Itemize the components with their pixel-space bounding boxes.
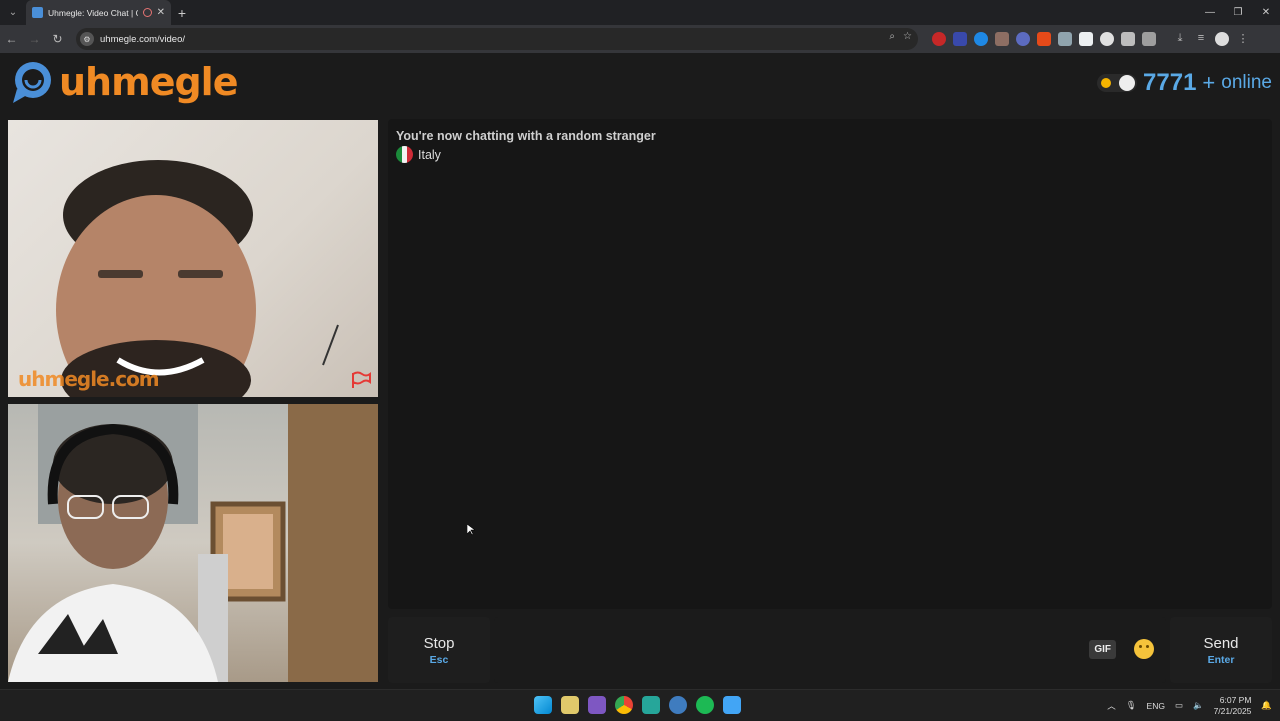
taskbar: ︿ 🎙 ENG ▭ 🔈 6:07 PM 7/21/2025 🔔 <box>0 689 1280 720</box>
extension-icon[interactable] <box>1037 32 1051 46</box>
online-count: 7771 <box>1143 69 1197 96</box>
network-icon[interactable]: ▭ <box>1175 700 1183 711</box>
logo-bubble-icon <box>13 62 51 103</box>
close-window-button[interactable]: ✕ <box>1252 0 1280 25</box>
recording-icon <box>142 8 152 17</box>
extension-icon[interactable] <box>932 32 946 46</box>
app-icon[interactable] <box>723 696 741 714</box>
tab-title: Uhmegle: Video Chat | Ome <box>48 7 138 18</box>
online-label: online <box>1221 72 1272 93</box>
site-logo[interactable]: uhmegle <box>9 59 238 105</box>
stranger-video: uhmegle.com <box>8 120 378 397</box>
omnibox[interactable]: ⚙ uhmegle.com/video/ ⌕ ☆ <box>76 28 918 50</box>
file-explorer-icon[interactable] <box>561 696 579 714</box>
extension-icon[interactable] <box>1016 32 1030 46</box>
download-icon[interactable]: ⤓ <box>1173 32 1187 46</box>
tab-search-button[interactable]: ⌄ <box>0 0 26 25</box>
app-icon[interactable] <box>588 696 606 714</box>
extension-icon[interactable] <box>1100 32 1114 46</box>
stranger-country: Italy <box>396 146 1264 163</box>
online-plus: + <box>1202 70 1216 95</box>
close-tab-icon[interactable]: ✕ <box>157 7 165 18</box>
minimize-button[interactable]: — <box>1196 0 1224 25</box>
theme-toggle[interactable] <box>1097 74 1138 92</box>
send-button[interactable]: Send Enter <box>1170 617 1272 683</box>
extensions-puzzle-icon[interactable] <box>1142 32 1156 46</box>
send-label: Send <box>1203 634 1239 652</box>
message-input[interactable]: GIF <box>494 617 1166 683</box>
country-name: Italy <box>418 147 441 162</box>
extension-icon[interactable] <box>1079 32 1093 46</box>
reload-button[interactable]: ↻ <box>46 32 69 46</box>
report-flag-icon[interactable] <box>350 371 372 389</box>
extension-icon[interactable] <box>974 32 988 46</box>
mouse-cursor-icon <box>467 524 475 536</box>
stop-label: Stop <box>423 634 455 652</box>
emoji-icon[interactable] <box>1134 639 1154 659</box>
extension-icon[interactable] <box>1058 32 1072 46</box>
extension-icon[interactable] <box>1121 32 1135 46</box>
toggle-knob <box>1119 75 1136 91</box>
online-counter: 7771 + online <box>1097 69 1272 97</box>
logo-text: uhmegle <box>59 60 238 104</box>
taskbar-apps <box>534 696 741 714</box>
start-windows-icon[interactable] <box>534 696 552 714</box>
url-text[interactable]: uhmegle.com/video/ <box>100 34 185 45</box>
clock-date: 7/21/2025 <box>1213 705 1252 716</box>
stranger-video-frame <box>56 160 339 397</box>
chat-status: You're now chatting with a random strang… <box>396 129 656 143</box>
back-button[interactable]: ← <box>0 32 23 46</box>
site-info-icon[interactable]: ⚙ <box>80 32 94 46</box>
extension-icon[interactable] <box>995 32 1009 46</box>
spotify-icon[interactable] <box>696 696 714 714</box>
sun-icon <box>1101 78 1112 88</box>
microphone-icon[interactable]: 🎙 <box>1126 700 1137 711</box>
chat-controls: Stop Esc GIF Send Enter <box>388 617 1272 683</box>
page-content: uhmegle 7771 + online uhmegle.com You're… <box>0 53 1280 689</box>
extension-icon[interactable] <box>953 32 967 46</box>
bookmark-star-icon[interactable]: ☆ <box>903 31 912 42</box>
chat-log: You're now chatting with a random strang… <box>388 119 1272 609</box>
clock[interactable]: 6:07 PM 7/21/2025 <box>1214 695 1252 717</box>
notification-bell-icon[interactable]: 🔔 <box>1261 700 1272 711</box>
extensions-area: ⤓ ≡ ⋮ <box>932 25 1250 53</box>
stop-button[interactable]: Stop Esc <box>388 617 490 683</box>
media-control-icon[interactable]: ≡ <box>1194 32 1208 46</box>
gif-button[interactable]: GIF <box>1089 640 1116 659</box>
chrome-icon[interactable] <box>615 696 633 714</box>
forward-button[interactable]: → <box>23 32 46 46</box>
maximize-button[interactable]: ❐ <box>1224 0 1252 25</box>
edge-icon[interactable] <box>669 696 687 714</box>
self-video-frame <box>8 404 378 682</box>
address-bar: ← → ↻ ⚙ uhmegle.com/video/ ⌕ ☆ ⤓ ≡ ⋮ <box>0 25 1280 53</box>
volume-icon[interactable]: 🔈 <box>1193 700 1204 711</box>
stop-shortcut: Esc <box>429 653 449 666</box>
italy-flag-icon <box>396 146 413 163</box>
profile-avatar[interactable] <box>1215 32 1229 46</box>
browser-menu-icon[interactable]: ⋮ <box>1236 32 1250 46</box>
app-icon[interactable] <box>642 696 660 714</box>
system-tray: ︿ 🎙 ENG ▭ 🔈 6:07 PM 7/21/2025 🔔 <box>1107 690 1272 721</box>
tray-overflow-icon[interactable]: ︿ <box>1107 700 1116 712</box>
zoom-icon[interactable]: ⌕ <box>889 31 895 42</box>
cam-watermark: uhmegle.com <box>18 367 160 391</box>
browser-tab-bar: ⌄ Uhmegle: Video Chat | Ome ✕ + — ❐ ✕ <box>0 0 1280 25</box>
browser-tab[interactable]: Uhmegle: Video Chat | Ome ✕ <box>26 0 171 25</box>
window-controls: — ❐ ✕ <box>1196 0 1280 25</box>
language-indicator[interactable]: ENG <box>1147 701 1165 711</box>
self-video <box>8 404 378 682</box>
send-shortcut: Enter <box>1207 653 1235 666</box>
new-tab-button[interactable]: + <box>171 5 193 21</box>
clock-time: 6:07 PM <box>1219 694 1252 705</box>
favicon-icon <box>32 7 43 18</box>
